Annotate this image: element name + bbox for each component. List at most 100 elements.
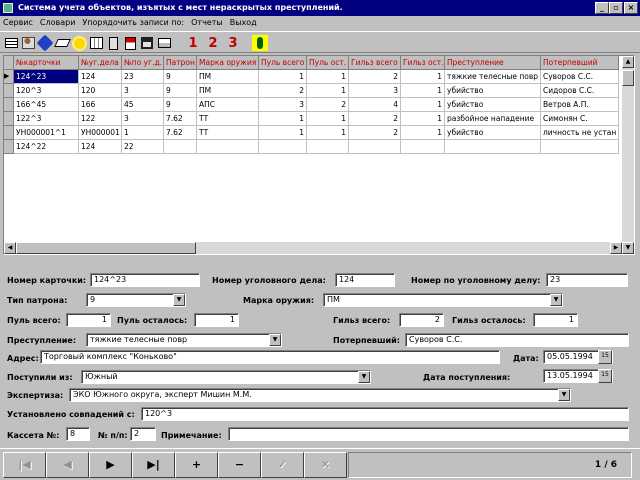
calendar-icon[interactable]: 15 [598,350,612,364]
row-indicator[interactable] [4,126,14,140]
bullets-left-field[interactable]: 1 [194,313,239,327]
row-indicator[interactable] [4,84,14,98]
table-cell[interactable]: убийство [445,98,541,112]
people-icon[interactable] [20,35,36,51]
row-indicator[interactable]: ▶ [4,70,14,84]
table-cell[interactable]: 1 [307,70,349,84]
table-cell[interactable]: 3 [349,84,401,98]
scroll-left-icon[interactable]: ◀ [4,242,16,254]
report-2-icon[interactable]: 2 [205,35,221,51]
pos-field[interactable]: 2 [130,427,156,441]
menu-sort[interactable]: Упорядочить записи по: [79,16,188,30]
row-indicator[interactable] [4,140,14,154]
table-cell[interactable]: Ветров А.П. [541,98,619,112]
column-header[interactable]: Потерпевший [541,56,619,70]
table-cell[interactable]: 1 [401,84,445,98]
table-cell[interactable]: 2 [349,126,401,140]
column-header[interactable]: Марка оружия [197,56,259,70]
eraser-icon[interactable] [53,35,71,51]
delete-record-button[interactable]: − [218,452,261,478]
document-icon[interactable] [122,35,138,51]
table-cell[interactable]: 124^22 [14,140,79,154]
table-cell[interactable]: 4 [349,98,401,112]
table-cell[interactable] [197,140,259,154]
table-cell[interactable]: АПС [197,98,259,112]
shells-left-field[interactable]: 1 [533,313,578,327]
table-cell[interactable]: 120^3 [14,84,79,98]
table-cell[interactable]: 2 [349,112,401,126]
post-record-button[interactable]: ✓ [261,452,304,478]
menu-service[interactable]: Сервис [0,16,37,30]
table-cell[interactable] [401,140,445,154]
menu-dictionaries[interactable]: Словари [37,16,80,30]
column-header[interactable]: Гильз ост. [401,56,445,70]
table-cell[interactable]: 166^45 [14,98,79,112]
vertical-scrollbar[interactable]: ▲ ▼ [622,56,634,254]
report-3-icon[interactable]: 3 [225,35,241,51]
row-indicator[interactable] [4,98,14,112]
crime-select[interactable]: тяжкие телесные повр ▼ [86,333,282,347]
victim-field[interactable]: Суворов С.С. [405,333,629,347]
table-cell[interactable]: 2 [307,98,349,112]
table-cell[interactable]: 166 [79,98,122,112]
calendar-icon[interactable] [88,35,104,51]
shells-total-field[interactable]: 2 [399,313,444,327]
insert-record-button[interactable]: + [175,452,218,478]
table-cell[interactable]: Суворов С.С. [541,70,619,84]
table-icon[interactable] [3,35,19,51]
table-cell[interactable]: Симонян С. [541,112,619,126]
table-cell[interactable]: ТТ [197,112,259,126]
horizontal-scrollbar[interactable]: ◀ ▶ [4,242,622,254]
table-cell[interactable]: 7.62 [164,126,197,140]
column-header[interactable]: Преступление [445,56,541,70]
table-cell[interactable] [541,140,619,154]
table-cell[interactable]: 1 [259,112,307,126]
cassette-field[interactable]: 8 [66,427,90,441]
table-cell[interactable]: 1 [307,112,349,126]
table-cell[interactable]: 7.62 [164,112,197,126]
table-cell[interactable]: 1 [401,112,445,126]
table-cell[interactable]: личность не устан [541,126,619,140]
prior-record-button[interactable]: ◀ [46,452,89,478]
table-cell[interactable]: 122 [79,112,122,126]
print-icon[interactable] [156,35,172,51]
table-cell[interactable]: ПМ [197,84,259,98]
first-record-button[interactable]: |◀ [3,452,46,478]
table-cell[interactable]: 9 [164,84,197,98]
table-cell[interactable]: тяжкие телесные повр [445,70,541,84]
table-cell[interactable]: 1 [401,98,445,112]
table-cell[interactable]: 9 [164,98,197,112]
table-cell[interactable]: 1 [307,84,349,98]
hscroll-thumb[interactable] [16,242,196,254]
column-header[interactable]: Пуль ост. [307,56,349,70]
column-header[interactable]: Пуль всего [259,56,307,70]
table-cell[interactable]: 45 [122,98,164,112]
table-cell[interactable]: ТТ [197,126,259,140]
card-no-field[interactable]: 124^23 [90,273,200,287]
table-cell[interactable]: Сидоров С.С. [541,84,619,98]
table-cell[interactable]: 2 [349,70,401,84]
bullets-total-field[interactable]: 1 [66,313,111,327]
table-cell[interactable]: 23 [122,70,164,84]
next-record-button[interactable]: ▶ [89,452,132,478]
table-cell[interactable]: ПМ [197,70,259,84]
table-cell[interactable] [307,140,349,154]
table-cell[interactable]: 3 [259,98,307,112]
table-cell[interactable]: 22 [122,140,164,154]
table-cell[interactable]: 1 [401,70,445,84]
scroll-up-icon[interactable]: ▲ [622,56,634,68]
table-cell[interactable]: 120 [79,84,122,98]
minimize-button[interactable]: _ [595,2,609,14]
table-cell[interactable]: убийство [445,126,541,140]
records-grid[interactable]: №карточки №уг.дела №по уг.д. Патрон Марка ор… [3,55,635,255]
table-cell[interactable]: 1 [259,70,307,84]
chevron-down-icon[interactable]: ▼ [173,294,185,306]
menu-exit[interactable]: Выход [227,16,261,30]
close-button[interactable]: × [624,2,638,14]
table-cell[interactable]: 1 [259,126,307,140]
column-header[interactable]: №уг.дела [79,56,122,70]
scroll-right-icon[interactable]: ▶ [610,242,622,254]
save-icon[interactable] [139,35,155,51]
maximize-button[interactable]: ▫ [609,2,623,14]
column-header[interactable]: №по уг.д. [122,56,164,70]
